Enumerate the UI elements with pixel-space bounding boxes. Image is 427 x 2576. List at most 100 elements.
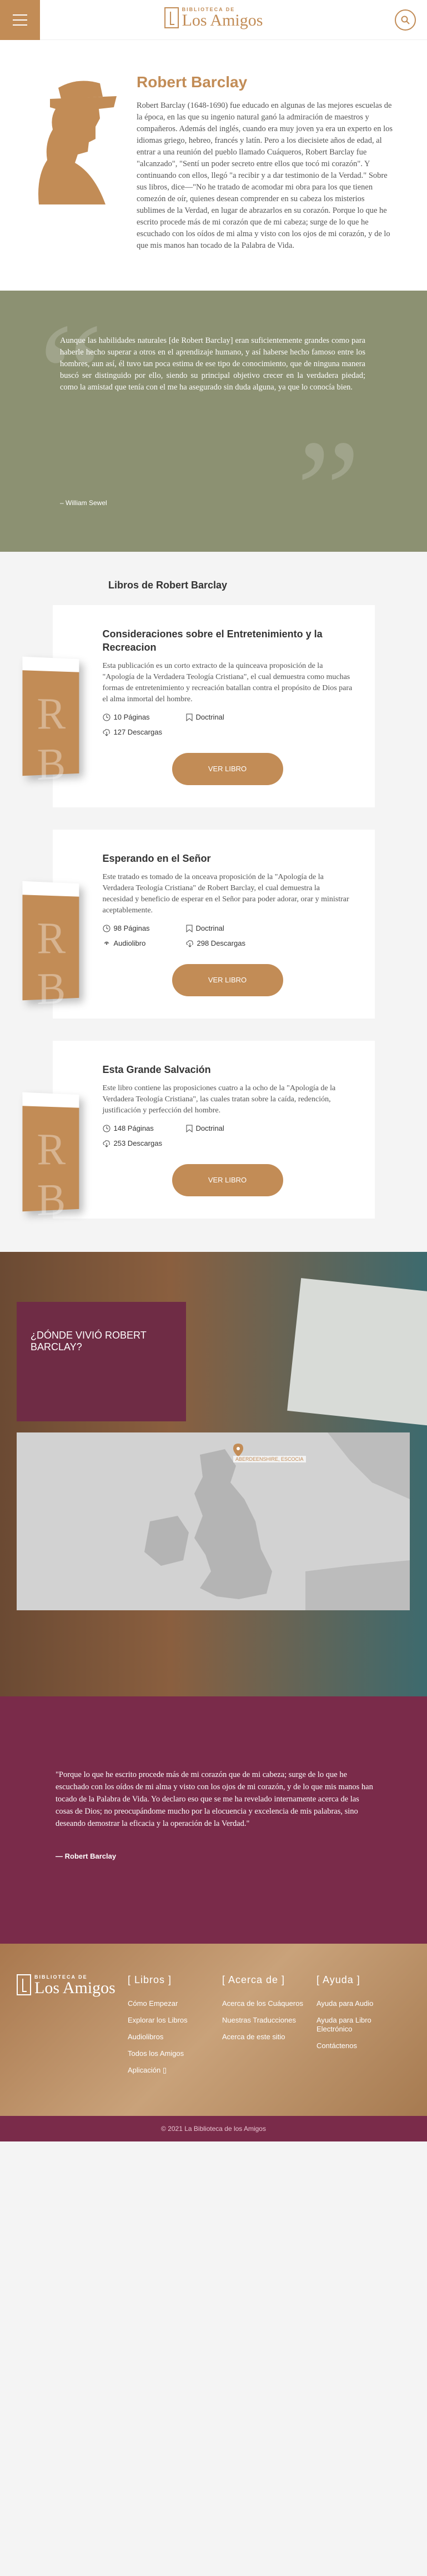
download-icon — [102, 728, 110, 736]
view-book-button[interactable]: VER LIBRO — [172, 1164, 283, 1196]
pages-count: 10 Páginas — [113, 713, 150, 721]
download-icon — [102, 1140, 110, 1147]
author-section: Robert Barclay Robert Barclay (1648-1690… — [0, 40, 427, 291]
map-image — [17, 1432, 410, 1610]
cover-monogram: RB — [36, 689, 66, 790]
cover-monogram: RB — [36, 1125, 66, 1226]
category-label: Doctrinal — [195, 1124, 224, 1132]
map-location-label: ABERDEENSHIRE, ESCOCIA — [233, 1456, 306, 1462]
search-button[interactable] — [395, 9, 416, 31]
pages-meta: 10 Páginas — [103, 713, 186, 721]
book-description: Esta publicación es un corto extracto de… — [102, 662, 353, 703]
quote-section: “ ” Aunque las habilidades naturales [de… — [0, 291, 427, 563]
author-name: Robert Barclay — [137, 73, 248, 91]
footer-heading: [ Acerca de ] — [222, 1974, 285, 1985]
phone-icon: ▯ — [162, 2066, 167, 2074]
books-section-title: Libros de Robert Barclay — [108, 580, 228, 591]
footer-link[interactable]: Acerca de este sitio — [222, 2033, 305, 2041]
book-cover[interactable]: RB — [22, 656, 79, 790]
footer-heading: [ Ayuda ] — [317, 1974, 360, 1985]
bookmark-icon — [186, 925, 192, 932]
category-label: Doctrinal — [195, 924, 224, 932]
footer-link[interactable]: Contáctenos — [317, 2041, 400, 2050]
pages-count: 98 Páginas — [113, 924, 150, 932]
copyright-text: © 2021 La Biblioteca de los Amigos — [161, 2125, 266, 2133]
downloads-count: 253 Descargas — [113, 1139, 162, 1147]
view-book-button[interactable]: VER LIBRO — [172, 964, 283, 996]
book-description: Este tratado es tomado de la onceava pro… — [102, 873, 349, 915]
view-book-button[interactable]: VER LIBRO — [172, 753, 283, 785]
clock-icon — [103, 713, 110, 721]
book-title[interactable]: Esta Grande Salvación — [103, 1063, 353, 1076]
logo-bottom-text: Los Amigos — [182, 11, 263, 29]
logo-bottom-text: Los Amigos — [34, 1979, 115, 1997]
location-title: ¿DÓNDE VIVIÓ ROBERT BARCLAY? — [31, 1330, 147, 1352]
cover-monogram: RB — [36, 913, 66, 1015]
category-meta: Doctrinal — [186, 924, 269, 932]
book-card: RB Consideraciones sobre el Entretenimie… — [22, 605, 375, 807]
audiobook-meta: Audiolibro — [103, 939, 186, 947]
closing-quote-section: "Porque lo que he escrito procede más de… — [0, 1696, 427, 1944]
footer-link[interactable]: Cómo Empezar — [128, 1999, 211, 2008]
location-map[interactable]: ABERDEENSHIRE, ESCOCIA — [17, 1432, 410, 1610]
category-meta: Doctrinal — [186, 713, 269, 721]
author-portrait — [38, 81, 117, 204]
book-meta: 98 Páginas Doctrinal Audiolibro 298 Desc… — [103, 924, 353, 947]
site-footer: BIBLIOTECA DE Los Amigos [ Libros ] Cómo… — [0, 1944, 427, 2116]
book-meta: 10 Páginas Doctrinal 127 Descargas — [102, 713, 353, 736]
downloads-meta: 253 Descargas — [102, 1139, 186, 1147]
search-icon — [401, 16, 410, 24]
downloads-meta: 298 Descargas — [185, 939, 269, 947]
bookmark-icon — [186, 713, 192, 721]
book-card: RB Esta Grande Salvación Este libro cont… — [22, 1041, 375, 1225]
footer-column-libros: [ Libros ] Cómo Empezar Explorar los Lib… — [128, 1974, 211, 2083]
book-description: Este libro contiene las proposiciones cu… — [102, 1084, 336, 1115]
downloads-count: 298 Descargas — [197, 939, 245, 947]
copyright-bar: © 2021 La Biblioteca de los Amigos — [0, 2116, 427, 2141]
footer-link[interactable]: Nuestras Traducciones — [222, 2016, 305, 2025]
location-title-box: ¿DÓNDE VIVIÓ ROBERT BARCLAY? — [17, 1302, 186, 1421]
clock-icon — [103, 1125, 110, 1132]
book-title[interactable]: Consideraciones sobre el Entretenimiento… — [103, 627, 353, 654]
footer-link[interactable]: Ayuda para Libro Electrónico — [317, 2016, 400, 2034]
site-logo[interactable]: BIBLIOTECA DE Los Amigos — [164, 7, 263, 29]
pages-meta: 148 Páginas — [103, 1124, 186, 1132]
closing-quote-text: "Porque lo que he escrito procede más de… — [56, 1770, 373, 1828]
book-cover[interactable]: RB — [22, 881, 79, 1014]
category-label: Doctrinal — [195, 713, 224, 721]
background-book-image — [287, 1278, 427, 1426]
close-quote-icon: ” — [296, 411, 360, 571]
pages-meta: 98 Páginas — [103, 924, 186, 932]
audio-wave-icon — [104, 941, 109, 945]
clock-icon — [103, 925, 110, 932]
author-bio: Robert Barclay (1648-1690) fue educado e… — [137, 101, 393, 250]
book-title[interactable]: Esperando en el Señor — [103, 852, 353, 865]
footer-column-acerca: [ Acerca de ] Acerca de los Cuáqueros Nu… — [222, 1974, 305, 2083]
downloads-count: 127 Descargas — [113, 728, 162, 736]
footer-column-ayuda: [ Ayuda ] Ayuda para Audio Ayuda para Li… — [317, 1974, 400, 2083]
book-card: RB Esperando en el Señor Este tratado es… — [22, 830, 375, 1019]
category-meta: Doctrinal — [186, 1124, 269, 1132]
menu-button[interactable] — [0, 0, 40, 40]
audiobook-label: Audiolibro — [113, 939, 146, 947]
bookmark-icon — [186, 1125, 192, 1132]
download-icon — [185, 940, 193, 947]
books-section: Libros de Robert Barclay RB Consideracio… — [0, 552, 427, 1252]
pages-count: 148 Páginas — [113, 1124, 154, 1132]
footer-link[interactable]: Aplicación ▯ — [128, 2066, 211, 2075]
footer-link[interactable]: Ayuda para Audio — [317, 1999, 400, 2008]
quote-text: Aunque las habilidades naturales [de Rob… — [60, 336, 365, 392]
footer-logo[interactable]: BIBLIOTECA DE Los Amigos — [17, 1974, 117, 2083]
logo-mark-icon — [164, 7, 179, 28]
book-meta: 148 Páginas Doctrinal 253 Descargas — [102, 1124, 353, 1147]
hamburger-icon — [13, 14, 27, 16]
footer-link[interactable]: Audiolibros — [128, 2033, 211, 2041]
hamburger-icon — [13, 19, 27, 21]
closing-quote-author: — Robert Barclay — [56, 1852, 117, 1860]
footer-link[interactable]: Todos los Amigos — [128, 2049, 211, 2058]
logo-mark-icon — [17, 1974, 31, 1995]
footer-heading: [ Libros ] — [128, 1974, 172, 1985]
book-cover[interactable]: RB — [22, 1092, 79, 1225]
footer-link[interactable]: Acerca de los Cuáqueros — [222, 1999, 305, 2008]
footer-link[interactable]: Explorar los Libros — [128, 2016, 211, 2025]
